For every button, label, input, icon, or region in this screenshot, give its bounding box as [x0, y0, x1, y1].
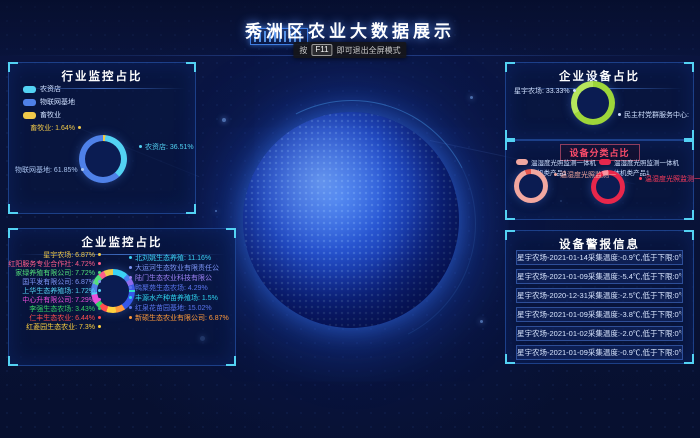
chart-callout: 家绿养殖有限公司: 7.72%: [15, 270, 101, 277]
legend-label: 物联网基地: [40, 97, 75, 107]
page-title: 秀洲区农业大数据展示: [0, 17, 700, 42]
alarm-list: 星宇农场-2021-01-14采集温度:-0.9℃,低于下限:0℃ 星宇农场-2…: [516, 250, 683, 364]
decoration-dot: [215, 210, 217, 212]
chart-callout: 物联网基地: 61.85%: [15, 167, 71, 175]
decoration-dot: [222, 118, 226, 122]
legend-swatch: [23, 112, 36, 119]
legend-swatch: [516, 159, 528, 165]
alarm-row: 星宇农场-2021-01-09采集温度:-5.4℃,低于下限:0℃: [516, 269, 683, 284]
chart-callout: 丰源水产种苗养殖场: 1.5%: [129, 295, 218, 302]
panel-title: 行业监控占比: [9, 63, 195, 84]
chart-callout: 国平发有限公司: 6.87%: [22, 279, 101, 286]
alarm-row: 星宇农场-2021-01-09采集温度:-3.8℃,低于下限:0℃: [516, 307, 683, 322]
legend-item[interactable]: 温湿度光照监测一体机: [599, 157, 679, 167]
chart-callout: 陆门生态农业科技有限公: [129, 275, 212, 282]
chart-callout: 星宇农场: 33.33%: [514, 88, 576, 96]
chart-callout: 仁丰生态农业: 6.44%: [29, 315, 101, 322]
legend-item[interactable]: 物联网基地: [23, 97, 75, 107]
hint-prefix: 按: [299, 45, 307, 56]
chart-callout: 星宇农场: 6.87%: [43, 252, 101, 259]
chart-callout: 新硕生态农业有限公司: 6.87%: [129, 315, 229, 322]
legend-item[interactable]: 温湿度光照监测一体机: [516, 157, 596, 167]
legend-item[interactable]: 畜牧业: [23, 110, 75, 120]
legend-label: 温湿度光照监测一体机: [531, 157, 596, 167]
industry-legend: 农资店 物联网基地 畜牧业: [23, 84, 75, 123]
dashboard: 秀洲区农业大数据展示 按 F11 即可退出全屏模式 行业监控占比 农资店 物联网…: [0, 0, 700, 438]
chart-callout: 红泉花苗园基地: 15.02%: [129, 305, 212, 312]
industry-donut-chart[interactable]: [79, 135, 127, 183]
enterprise-callouts-left: 星宇农场: 6.87% 红阳服务专业合作社: 4.72% 家绿养殖有限公司: 7…: [9, 252, 101, 331]
alarm-row: 星宇农场-2021-01-09采集温度:-0.9℃,低于下限:0℃: [516, 345, 683, 360]
hint-suffix: 即可退出全屏模式: [337, 45, 401, 56]
legend-swatch: [23, 99, 36, 106]
decoration-dot: [480, 320, 483, 323]
legend-label: 畜牧业: [40, 110, 61, 120]
panel-title: 设备警报信息: [506, 231, 693, 252]
device-classification-panel: 设备分类占比 温湿度光照监测一体机 一体机类产品1 温湿度光照监测一体机 一体机…: [505, 140, 694, 220]
enterprise-monitor-panel: 企业监控占比 星宇农场: 6.87% 红阳服务专业合作社: 4.72% 家绿养殖…: [8, 228, 236, 366]
chart-callout: 李强生态农场: 3.43%: [29, 306, 101, 313]
enterprise-callouts-right: 北刘姚生态养殖: 11.16% 大运河生态牧业有限责任公 陆门生态农业科技有限公…: [129, 255, 229, 322]
alarm-row: 星宇农场-2021-01-02采集温度:-2.0℃,低于下限:0℃: [516, 326, 683, 341]
chart-callout: 畜牧业: 1.64%: [15, 125, 81, 133]
chart-callout: 北刘姚生态养殖: 11.16%: [129, 255, 211, 262]
panel-title: 企业监控占比: [9, 229, 235, 250]
chart-callout: 民主村党群服务中心:: [618, 112, 689, 120]
decoration-dot: [470, 96, 473, 99]
legend-item[interactable]: 农资店: [23, 84, 75, 94]
legend-label: 温湿度光照监测一体机: [614, 157, 679, 167]
chart-callout: 温湿度光照监测一: [554, 172, 616, 180]
chart-callout: 鸭聚苑生态农场: 4.29%: [129, 285, 208, 292]
alarm-row: 星宇农场-2021-01-14采集温度:-0.9℃,低于下限:0℃: [516, 250, 683, 265]
globe: [243, 112, 459, 328]
fullscreen-hint: 按 F11 即可退出全屏模式: [293, 42, 406, 58]
equipment-donut-chart[interactable]: [571, 81, 615, 125]
chart-callout: 大运河生态牧业有限责任公: [129, 265, 219, 272]
chart-callout: 农资店: 36.51%: [139, 144, 194, 152]
chart-callout: 红阳服务专业合作社: 4.72%: [8, 261, 101, 268]
chart-callout: 上华生态养殖场: 1.72%: [22, 288, 101, 295]
industry-monitor-panel: 行业监控占比 农资店 物联网基地 畜牧业 畜牧业: 1.64% 农资店: 36.…: [8, 62, 196, 214]
panel-title: 企业设备占比: [506, 63, 693, 84]
equipment-ratio-panel: 企业设备占比 星宇农场: 33.33% 民主村党群服务中心:: [505, 62, 694, 140]
f11-key: F11: [311, 44, 332, 56]
device-alarm-panel: 设备警报信息 星宇农场-2021-01-14采集温度:-0.9℃,低于下限:0℃…: [505, 230, 694, 364]
chart-callout: 温湿度光照监测一: [639, 176, 700, 184]
device-donut-chart-left[interactable]: [514, 169, 548, 203]
chart-callout: 红菱园生态农业: 7.3%: [26, 324, 101, 331]
legend-label: 农资店: [40, 84, 61, 94]
chart-callout: 中心升有限公司: 7.29%: [22, 297, 101, 304]
legend-swatch: [23, 86, 36, 93]
alarm-row: 星宇农场-2020-12-31采集温度:-2.5℃,低于下限:0℃: [516, 288, 683, 303]
legend-swatch: [599, 159, 611, 165]
